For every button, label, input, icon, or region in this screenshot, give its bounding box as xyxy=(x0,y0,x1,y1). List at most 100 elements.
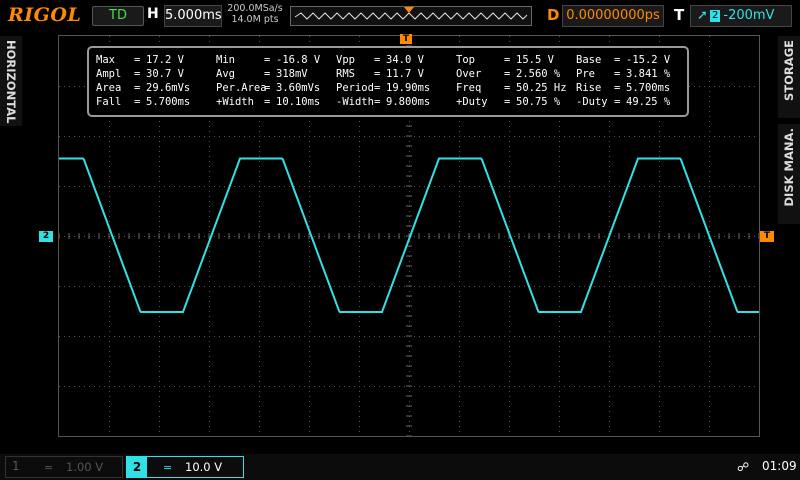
equals-sign: = xyxy=(614,96,621,108)
measurement-label: Pre xyxy=(576,68,595,80)
measurement-panel: Max = 17.2 V Min = -16.8 V Vpp = 34.0 V Top = 15.5 … xyxy=(87,46,689,117)
equals-sign: = xyxy=(504,54,511,66)
equals-sign: = xyxy=(264,68,271,80)
equals-sign: = xyxy=(374,96,381,108)
measurement-value: 5.700ms xyxy=(146,96,191,108)
measurement-value: 50.75 % xyxy=(516,96,561,108)
channel2-indicator[interactable]: 2 = 10.0 V xyxy=(126,456,244,478)
storage-menu-tab[interactable]: STORAGE xyxy=(778,36,800,118)
measurement-value: 3.60mVs xyxy=(276,82,321,94)
measurement-row: Fall = 5.700ms +Width = 10.10ms -Width = 9.800ms… xyxy=(89,96,685,110)
measurement-label: Max xyxy=(96,54,115,66)
memory-overview-icon xyxy=(294,7,528,20)
measurement-value: 50.25 Hz xyxy=(516,82,567,94)
horizontal-menu-tab[interactable]: HORIZONTAL xyxy=(0,36,22,126)
measurement-label: -Duty xyxy=(576,96,608,108)
equals-sign: = xyxy=(264,96,271,108)
channel2-number: 2 xyxy=(127,457,147,477)
horizontal-label: H xyxy=(147,6,159,22)
equals-sign: = xyxy=(614,54,621,66)
channel1-number: 1 xyxy=(12,459,20,473)
equals-sign: = xyxy=(614,68,621,80)
bottom-status-bar: 1 = 1.00 V 2 = 10.0 V ☍ 01:09 xyxy=(0,454,800,480)
trigger-settings[interactable]: ➚ 2 -200mV xyxy=(690,5,792,27)
disk-manager-tab[interactable]: DISK MANA. xyxy=(778,124,800,224)
measurement-label: Freq xyxy=(456,82,482,94)
trigger-label: T xyxy=(674,6,685,24)
measurement-value: 318mV xyxy=(276,68,308,80)
measurement-value: 5.700ms xyxy=(626,82,671,94)
measurement-value: 29.6mVs xyxy=(146,82,191,94)
trigger-position-marker[interactable]: T xyxy=(400,34,412,44)
measurement-value: -16.8 V xyxy=(276,54,321,66)
equals-sign: = xyxy=(504,96,511,108)
equals-sign: = xyxy=(264,54,271,66)
channel2-offset-marker[interactable]: 2 xyxy=(39,231,53,242)
measurement-value: 10.10ms xyxy=(276,96,321,108)
sample-rate: 200.0MSa/s xyxy=(227,3,283,14)
measurement-label: RMS xyxy=(336,68,355,80)
delay-value[interactable]: 0.00000000ps xyxy=(562,5,664,27)
measurement-label: Rise xyxy=(576,82,602,94)
measurement-value: 34.0 V xyxy=(386,54,424,66)
sample-info: 200.0MSa/s 14.0M pts xyxy=(224,3,286,25)
channel1-scale: 1.00 V xyxy=(66,460,104,474)
usb-icon: ☍ xyxy=(737,460,750,474)
measurement-label: Fall xyxy=(96,96,122,108)
equals-sign: = xyxy=(374,54,381,66)
dc-coupling-icon: = xyxy=(44,461,54,474)
measurement-label: Period xyxy=(336,82,374,94)
measurement-value: 17.2 V xyxy=(146,54,184,66)
measurement-label: -Width xyxy=(336,96,374,108)
measurement-label: Area xyxy=(96,82,122,94)
measurement-value: 19.90ms xyxy=(386,82,431,94)
delay-label: D xyxy=(547,6,560,24)
measurement-label: Base xyxy=(576,54,602,66)
measurement-label: Per.Area xyxy=(216,82,267,94)
channel2-waveform-line xyxy=(59,157,759,313)
equals-sign: = xyxy=(134,68,141,80)
measurement-row: Area = 29.6mVs Per.Area = 3.60mVs Period = 19.90… xyxy=(89,82,685,96)
equals-sign: = xyxy=(504,82,511,94)
equals-sign: = xyxy=(614,82,621,94)
measurement-row: Max = 17.2 V Min = -16.8 V Vpp = 34.0 V Top = 15.5 … xyxy=(89,54,685,68)
measurement-label: Avg xyxy=(216,68,235,80)
top-status-bar: RIGOL TD H 5.000ms 200.0MSa/s 14.0M pts … xyxy=(0,0,800,32)
measurement-value: 2.560 % xyxy=(516,68,561,80)
measurement-value: 49.25 % xyxy=(626,96,671,108)
brand-logo: RIGOL xyxy=(8,4,82,26)
channel2-scale: 10.0 V xyxy=(185,460,223,474)
equals-sign: = xyxy=(374,82,381,94)
equals-sign: = xyxy=(134,96,141,108)
measurement-value: 30.7 V xyxy=(146,68,184,80)
measurement-label: Ampl xyxy=(96,68,122,80)
measurement-value: 11.7 V xyxy=(386,68,424,80)
measurement-label: +Duty xyxy=(456,96,488,108)
measurement-value: 3.841 % xyxy=(626,68,671,80)
measurement-label: Min xyxy=(216,54,235,66)
equals-sign: = xyxy=(134,54,141,66)
timebase-value[interactable]: 5.000ms xyxy=(164,5,222,27)
measurement-label: +Width xyxy=(216,96,254,108)
equals-sign: = xyxy=(264,82,271,94)
memory-depth: 14.0M pts xyxy=(231,14,279,25)
equals-sign: = xyxy=(504,68,511,80)
trigger-level-marker[interactable]: T xyxy=(760,231,774,242)
measurement-value: -15.2 V xyxy=(626,54,671,66)
measurement-label: Vpp xyxy=(336,54,355,66)
system-clock: 01:09 xyxy=(762,459,797,473)
channel1-indicator[interactable]: 1 = 1.00 V xyxy=(5,456,123,478)
horizontal-tab-label: HORIZONTAL xyxy=(4,40,18,124)
trigger-level: -200mV xyxy=(723,8,775,23)
memory-overview-bar[interactable] xyxy=(290,6,532,26)
trigger-source-badge: 2 xyxy=(710,10,721,22)
measurement-row: Ampl = 30.7 V Avg = 318mV RMS = 11.7 V Over = 2.560… xyxy=(89,68,685,82)
storage-tab-label: STORAGE xyxy=(782,40,796,101)
equals-sign: = xyxy=(134,82,141,94)
measurement-value: 15.5 V xyxy=(516,54,554,66)
run-state-badge[interactable]: TD xyxy=(92,6,144,26)
dc-coupling-icon: = xyxy=(163,461,173,474)
rising-edge-icon: ➚ xyxy=(697,8,708,23)
equals-sign: = xyxy=(374,68,381,80)
measurement-value: 9.800ms xyxy=(386,96,431,108)
